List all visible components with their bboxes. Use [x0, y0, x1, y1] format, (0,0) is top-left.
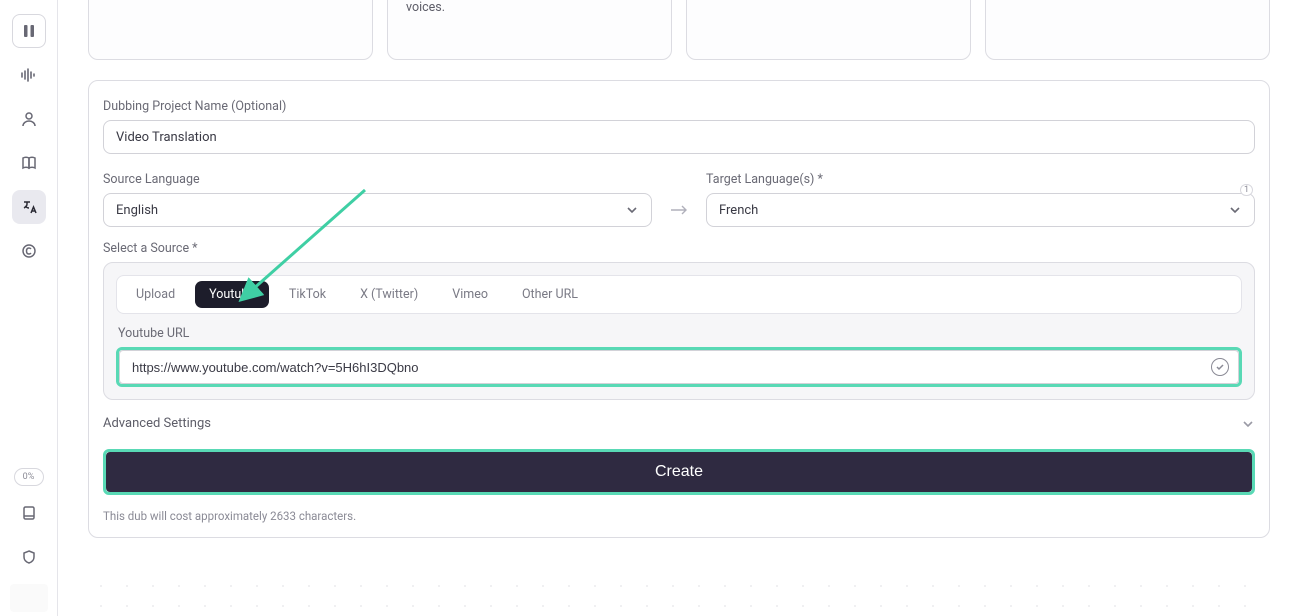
shield-icon[interactable]	[12, 540, 46, 574]
dubbing-form: Dubbing Project Name (Optional) Source L…	[88, 80, 1270, 538]
target-lang-value: French	[719, 203, 758, 218]
person-icon[interactable]	[12, 102, 46, 136]
source-tabs: Upload Youtube TikTok X (Twitter) Vimeo …	[116, 275, 1242, 314]
project-name-input[interactable]	[103, 120, 1255, 154]
chevron-down-icon	[1241, 417, 1255, 431]
check-circle-icon	[1211, 358, 1229, 376]
source-panel: Upload Youtube TikTok X (Twitter) Vimeo …	[103, 262, 1255, 400]
info-card: dubbing video content across YouTube, Ti…	[88, 0, 373, 60]
cost-note: This dub will cost approximately 2633 ch…	[103, 509, 1255, 523]
source-lang-select[interactable]: English	[103, 193, 652, 227]
advanced-settings-label: Advanced Settings	[103, 416, 211, 431]
info-card: by dubbing online course content, lectur…	[985, 0, 1270, 60]
target-lang-label: Target Language(s) *	[706, 172, 1255, 187]
source-tab-x[interactable]: X (Twitter)	[346, 281, 432, 308]
source-tab-youtube[interactable]: Youtube	[195, 281, 269, 308]
target-lang-count: 1	[1240, 184, 1253, 196]
usage-chip[interactable]: 0%	[14, 468, 44, 486]
info-card: dubbing them into many languages without…	[387, 0, 672, 60]
target-lang-select[interactable]: French	[706, 193, 1255, 227]
create-button[interactable]: Create	[106, 452, 1252, 492]
source-tab-tiktok[interactable]: TikTok	[275, 281, 340, 308]
source-tab-other[interactable]: Other URL	[508, 281, 592, 308]
source-tab-upload[interactable]: Upload	[122, 281, 189, 308]
account-square[interactable]	[10, 584, 48, 612]
youtube-url-label: Youtube URL	[118, 326, 1242, 341]
info-card-row: dubbing video content across YouTube, Ti…	[88, 0, 1270, 60]
credits-icon[interactable]	[12, 234, 46, 268]
create-button-highlight: Create	[103, 449, 1255, 495]
docs-icon[interactable]	[12, 496, 46, 530]
source-tab-vimeo[interactable]: Vimeo	[438, 281, 502, 308]
main-content: dubbing video content across YouTube, Ti…	[58, 0, 1300, 616]
translate-icon[interactable]	[12, 190, 46, 224]
chevron-down-icon	[1228, 203, 1242, 217]
pause-icon[interactable]	[12, 14, 46, 48]
decorative-dots	[88, 570, 1270, 616]
arrow-right-icon	[666, 193, 692, 227]
book-icon[interactable]	[12, 146, 46, 180]
chevron-down-icon	[625, 203, 639, 217]
sidebar: 0%	[0, 0, 58, 616]
info-card: and engage a global audience in their na…	[686, 0, 971, 60]
waveform-icon[interactable]	[12, 58, 46, 92]
source-lang-value: English	[116, 203, 158, 218]
source-lang-label: Source Language	[103, 172, 652, 187]
youtube-url-highlight	[116, 347, 1242, 387]
project-name-label: Dubbing Project Name (Optional)	[103, 99, 1255, 114]
advanced-settings-toggle[interactable]: Advanced Settings	[103, 416, 1255, 431]
youtube-url-input[interactable]	[119, 350, 1239, 384]
select-source-label: Select a Source *	[103, 241, 1255, 256]
